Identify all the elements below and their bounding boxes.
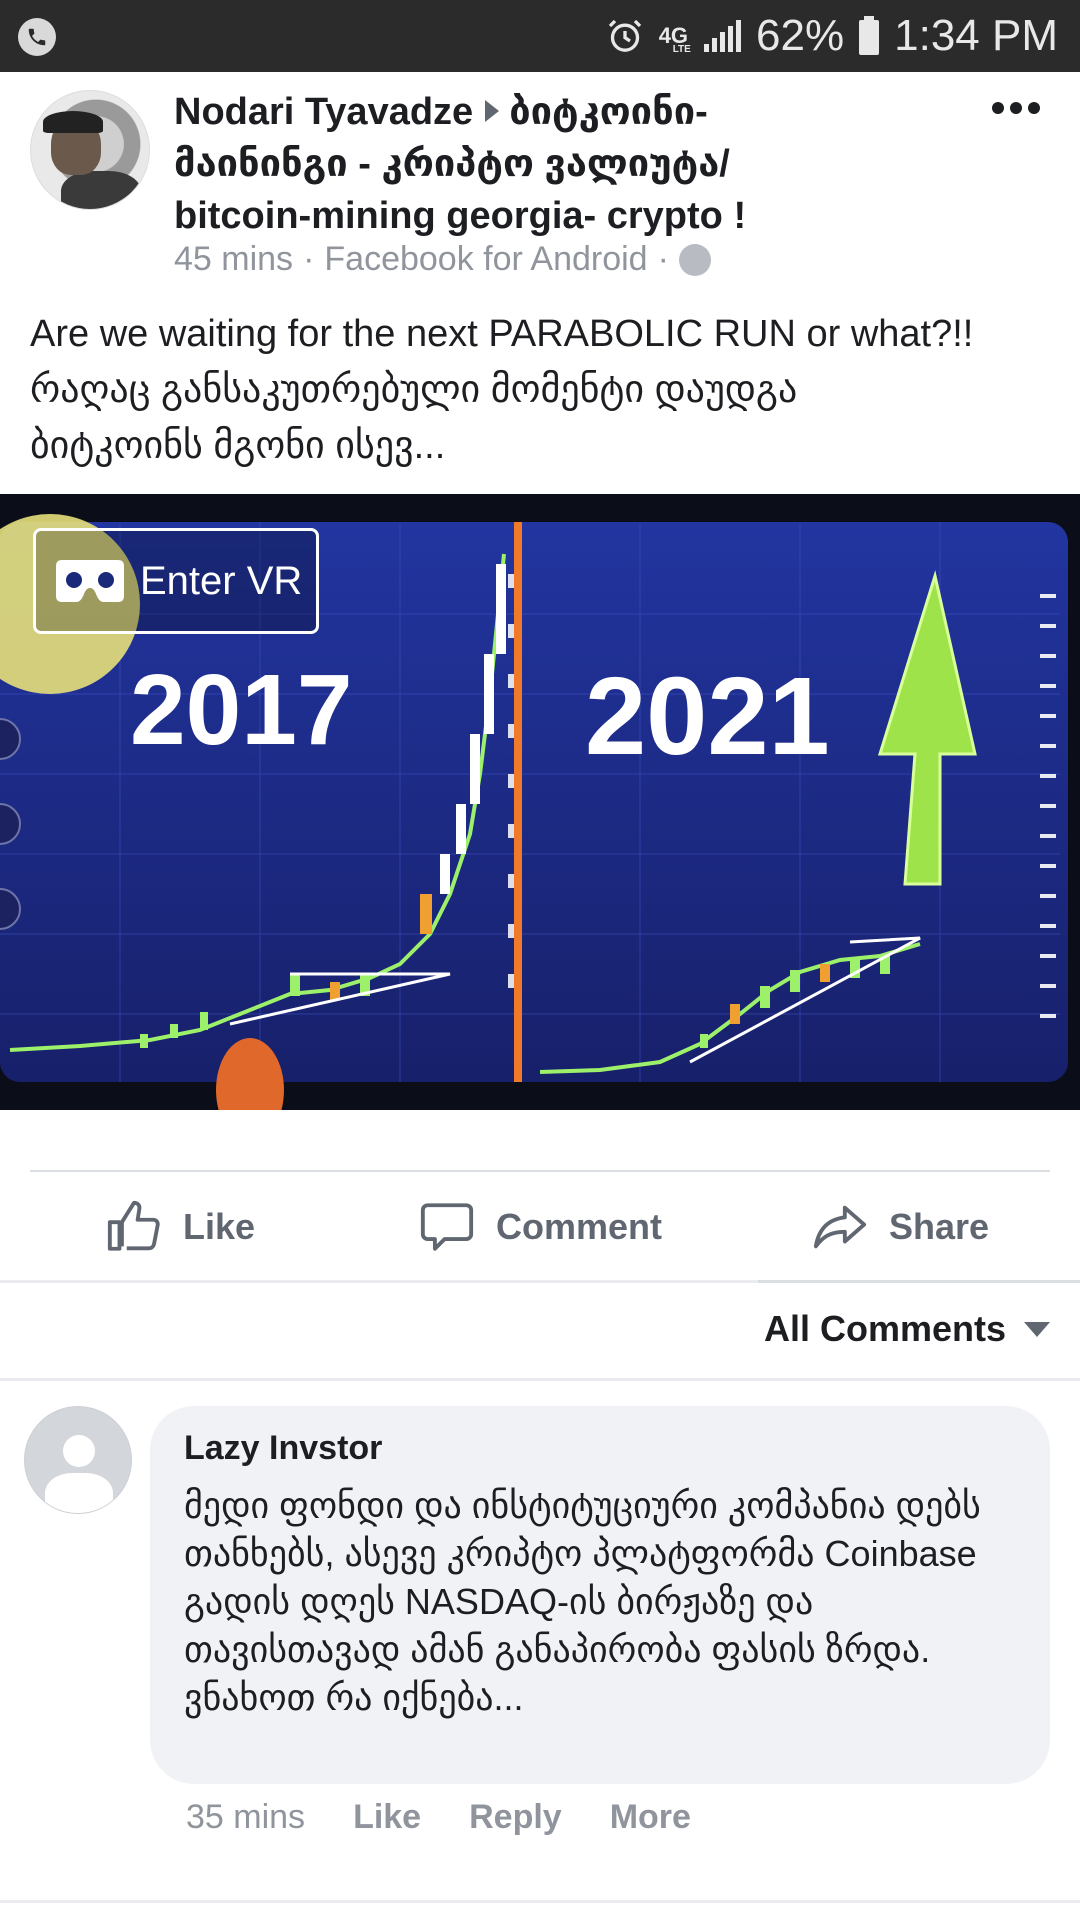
label-2021: 2021 [585,655,830,778]
post-source: Facebook for Android [324,240,648,278]
comment-label: Comment [495,1206,662,1247]
group-name-line3: bitcoin-mining georgia- crypto ! [174,195,747,237]
all-comments-label: All Comments [763,1308,1006,1349]
commenter-avatar[interactable] [24,1406,132,1514]
phone-call-icon [18,18,56,56]
share-arrow-icon [813,1205,867,1249]
post-title: Nodari Tyavadze ბიტკოინი-მაინინგი - კრიპტ… [174,86,974,242]
avatar-head [63,1435,95,1467]
divider-line [514,522,522,1082]
comment-reply-button[interactable]: Reply [469,1798,562,1837]
status-bar: 4G LTE 62% 1:34 PM [0,0,1080,72]
signal-icon [702,18,742,54]
comment-time: 35 mins [186,1798,306,1836]
more-options-icon[interactable] [992,102,1040,114]
post-actions: Like Comment Share [0,1172,1080,1282]
enter-vr-label: Enter VR [140,558,303,603]
battery-percent: 62% [756,11,845,60]
network-4g-icon: 4G LTE [659,25,691,55]
avatar-shoulders [45,1473,113,1513]
avatar-hat [43,111,103,133]
group-name-line1: ბიტკოინი- [509,91,708,133]
post-text: Are we waiting for the next PARABOLIC RU… [30,306,1060,474]
comments-divider [0,1378,1080,1381]
post-time[interactable]: 45 mins [174,240,293,279]
caret-down-icon [1024,1321,1050,1337]
author-name[interactable]: Nodari Tyavadze [174,91,473,133]
comment-button[interactable]: Comment [360,1172,720,1282]
avatar-body [61,171,141,209]
thumbs-up-icon [107,1200,160,1251]
comment-meta: 35 mins Like Reply More [186,1798,691,1837]
post-header: Nodari Tyavadze ბიტკოინი-მაინინგი - კრიპტ… [0,72,1080,292]
comment-more-button[interactable]: More [610,1798,691,1837]
network-sub-label: LTE [672,44,691,55]
commenter-name[interactable]: Lazy Invstor [184,1424,1016,1472]
all-comments-dropdown[interactable]: All Comments [764,1308,1050,1350]
author-avatar[interactable] [30,90,150,210]
globe-icon [678,243,711,276]
enter-vr-button[interactable]: Enter VR [33,528,319,634]
alarm-icon [605,16,645,56]
comment-bubble-icon [420,1203,474,1251]
share-label: Share [888,1206,990,1247]
label-2017: 2017 [130,654,352,766]
meta-separator-2: · [657,240,669,278]
group-name-line2: მაინინგი - კრიპტო ვალიუტა/ [174,143,730,185]
like-label: Like [182,1206,256,1247]
vr-headset-icon [54,558,126,604]
share-underline [758,1280,1080,1283]
post-meta: 45 mins · Facebook for Android · [174,240,711,279]
post-text-line1: Are we waiting for the next PARABOLIC RU… [30,313,974,355]
bottom-divider [0,1900,1080,1903]
comment-like-button[interactable]: Like [353,1798,421,1837]
like-button[interactable]: Like [0,1172,360,1282]
clock: 1:34 PM [894,11,1058,60]
post-text-line3: ბიტკოინს მგონი ისევ... [30,425,446,467]
battery-icon [858,16,880,56]
meta-separator: · [303,240,315,278]
arrow-right-icon [485,100,500,122]
comment-text: მედი ფონდი და ინსტიტუციური კომპანია დებს… [184,1485,981,1718]
post-text-line2: რაღაც განსაკუთრებული მომენტი დაუდგა [30,369,798,411]
comment-bubble[interactable]: Lazy Invstor მედი ფონდი და ინსტიტუციური … [150,1406,1050,1784]
actions-divider-bottom [0,1280,758,1283]
share-button[interactable]: Share [720,1172,1080,1282]
